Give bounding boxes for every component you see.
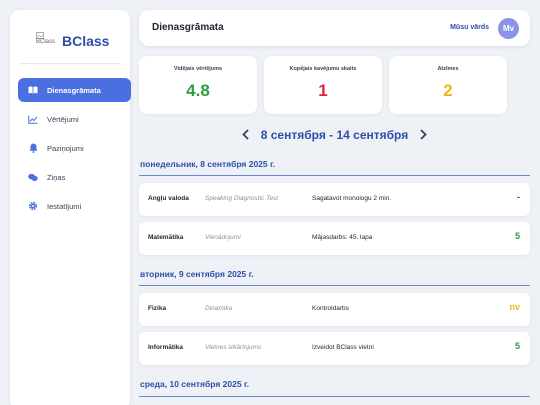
page-title: Dienasgrāmata (152, 22, 224, 33)
lesson-grade: 5 (514, 231, 520, 241)
lesson-topic: Dinamika (205, 305, 233, 312)
logo-alt-text: BClass (36, 39, 56, 45)
lesson-grade: nv (509, 302, 520, 312)
day-heading: вторник, 9 сентября 2025 г. (140, 269, 254, 279)
day-divider (139, 175, 530, 176)
sidebar-item-label: Iestatījumi (47, 201, 82, 211)
lesson-homework: Kontroldarbs (312, 305, 349, 312)
avatar[interactable]: Mv (498, 18, 519, 39)
lesson-row[interactable]: Fizika Dinamika Kontroldarbs nv (139, 293, 530, 326)
book-icon (28, 85, 38, 95)
stat-label: Atzīmes (437, 66, 459, 72)
chat-bubbles-icon (28, 172, 38, 182)
lesson-homework: Izveidot BClass vietni (312, 344, 374, 351)
lesson-homework: Mājasdarbs: 45. lapa (312, 234, 373, 241)
sidebar-item-diary[interactable]: Dienasgrāmata (18, 78, 131, 102)
lesson-topic: Speaking Diagnostic Test (205, 195, 279, 202)
lesson-grade: - (517, 192, 520, 202)
day-heading: среда, 10 сентября 2025 г. (140, 379, 249, 389)
stat-card-average-grade: Vidējais vērtējums 4.8 (139, 56, 257, 114)
day-heading: понедельник, 8 сентября 2025 г. (140, 159, 276, 169)
sidebar-item-label: Dienasgrāmata (47, 85, 101, 95)
stat-value: 4.8 (186, 81, 210, 100)
sidebar-item-label: Vērtējumi (47, 114, 79, 124)
day-divider (139, 396, 530, 397)
logo-text: BClass (62, 33, 110, 49)
divider (20, 63, 120, 64)
sidebar-item-messages[interactable]: Ziņas (18, 165, 131, 189)
stat-card-marks: Atzīmes 2 (389, 56, 507, 114)
lesson-row[interactable]: Matemātika Vienādojumi Mājasdarbs: 45. l… (139, 222, 530, 255)
lesson-topic: Vienādojumi (205, 234, 241, 241)
top-header: Dienasgrāmata Mūsu vārds Mv (139, 10, 530, 46)
sidebar-item-notifications[interactable]: Paziņojumi (18, 136, 131, 160)
lesson-subject: Angļu valoda (148, 195, 189, 202)
bell-icon (28, 143, 38, 153)
sidebar-item-label: Ziņas (47, 172, 66, 182)
lesson-grade: 5 (514, 341, 520, 351)
lesson-homework: Sagatavot monologu 2 min. (312, 195, 392, 202)
sidebar: BClass BClass Dienasgrāmata Vērtējumi Pa… (10, 10, 131, 405)
sidebar-item-grades[interactable]: Vērtējumi (18, 107, 131, 131)
lesson-subject: Matemātika (148, 234, 184, 241)
lesson-topic: Vietnes izkārtojums (205, 344, 262, 351)
chevron-right-icon[interactable] (420, 128, 428, 142)
day-divider (139, 285, 530, 286)
sidebar-item-settings[interactable]: Iestatījumi (18, 194, 131, 218)
lesson-row[interactable]: Informātika Vietnes izkārtojums Izveidot… (139, 332, 530, 365)
logo-image: BClass (36, 32, 58, 50)
lesson-subject: Informātika (148, 344, 184, 351)
chevron-left-icon[interactable] (241, 128, 249, 142)
stat-value: 1 (318, 81, 328, 100)
week-range-label: 8 сентября - 14 сентября (260, 128, 409, 142)
stat-label: Kopējais kavējumu skaits (289, 66, 357, 72)
stat-value: 2 (443, 81, 453, 100)
stat-card-absences: Kopējais kavējumu skaits 1 (264, 56, 382, 114)
stat-label: Vidējais vērtējums (173, 66, 223, 72)
logo[interactable]: BClass BClass (36, 32, 109, 50)
user-name-link[interactable]: Mūsu vārds (450, 24, 489, 31)
lesson-row[interactable]: Angļu valoda Speaking Diagnostic Test Sa… (139, 183, 530, 216)
week-navigator: 8 сентября - 14 сентября (139, 127, 530, 143)
lesson-subject: Fizika (148, 305, 167, 312)
sidebar-nav: Dienasgrāmata Vērtējumi Paziņojumi Ziņas… (18, 78, 131, 223)
sidebar-item-label: Paziņojumi (47, 143, 84, 153)
chart-line-icon (28, 114, 38, 124)
gear-icon (28, 201, 38, 211)
